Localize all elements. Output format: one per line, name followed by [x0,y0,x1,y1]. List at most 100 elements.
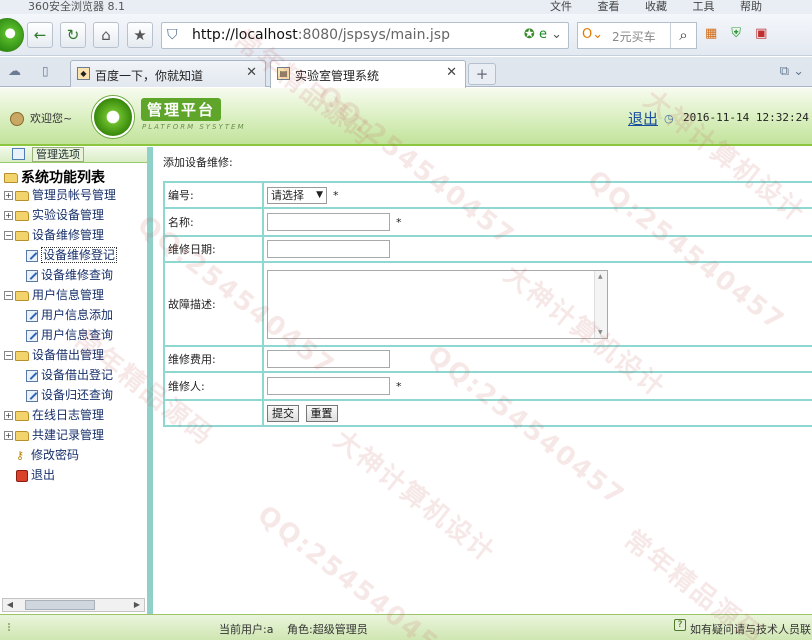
name-cell: * [262,207,812,237]
chevron-down-icon[interactable]: ⌄ [551,27,562,42]
toolbar-icons: ▦ ⛨ ▣ [705,26,781,41]
name-input[interactable] [267,213,390,231]
form-row-description: 故障描述: ▲ ▼ [163,261,812,347]
repair-date-input[interactable] [267,240,390,258]
menu-help[interactable]: 帮助 [740,0,762,13]
menu-file[interactable]: 文件 [550,0,572,13]
folder-icon [15,430,29,441]
reset-button[interactable]: 重置 [305,404,338,422]
apps-icon[interactable]: ▦ [705,26,717,41]
tree-node-repair[interactable]: − 设备维修管理 [4,225,147,245]
form-row-actions: 提交 重置 [163,399,812,427]
collapse-icon[interactable]: − [4,351,13,360]
tab-menu-icon[interactable]: ⧉ ⌄ [780,64,804,79]
tree-leaf-repair-register[interactable]: 设备维修登记 [4,245,147,265]
page-icon[interactable]: ▯ [42,64,49,78]
close-icon[interactable]: ✕ [246,65,257,80]
repair-cost-input[interactable] [267,350,390,368]
tree-node-shared-records[interactable]: + 共建记录管理 [4,425,147,445]
expand-icon[interactable]: + [4,411,13,420]
tree-node-label: 共建记录管理 [32,428,105,442]
search-engine-icon[interactable]: O⌄ [582,27,603,42]
tree-root[interactable]: 系统功能列表 [4,167,147,186]
submit-button[interactable]: 提交 [267,404,299,422]
tree-leaf-lending-register[interactable]: 设备借出登记 [4,365,147,385]
sidebar-header: 管理选项 [0,147,147,163]
new-tab-button[interactable]: + [468,63,496,85]
tree-node-user-info[interactable]: − 用户信息管理 [4,285,147,305]
required-mark: * [333,188,339,202]
tree-leaf-label: 设备归还查询 [41,388,114,402]
form-row-id: 编号: 请选择 ▼ * [163,181,812,209]
help-icon: ? [674,619,686,631]
tree-node-admin-accounts[interactable]: + 管理员帐号管理 [4,185,147,205]
url-host: http://localhost [192,27,298,43]
tree-node-label: 用户信息管理 [32,288,105,302]
menu-view[interactable]: 查看 [598,0,620,13]
address-url[interactable]: http://localhost:8080/jspsys/main.jsp [192,27,450,43]
expand-icon[interactable]: + [4,431,13,440]
scroll-left-icon[interactable]: ◀ [3,599,17,611]
tab-label: 实验室管理系统 [295,69,380,83]
scroll-down-icon[interactable]: ▼ [598,329,603,336]
address-bar-icons: ✪ e ⌄ [524,27,562,42]
favorite-button[interactable]: ★ [127,22,153,48]
menu-tools[interactable]: 工具 [693,0,715,13]
search-input[interactable]: 2元买车 [612,28,656,45]
tree-node-online-log[interactable]: + 在线日志管理 [4,405,147,425]
tree-node-label: 设备维修管理 [32,228,105,242]
menu-favorites[interactable]: 收藏 [645,0,667,13]
tree-leaf-return-query[interactable]: 设备归还查询 [4,385,147,405]
required-mark: * [396,215,402,229]
ie-mode-icon[interactable]: e [539,27,547,42]
folder-icon [4,173,18,183]
browser-logo-icon[interactable] [0,18,24,52]
textarea-scrollbar[interactable]: ▲ ▼ [594,270,607,338]
search-button[interactable]: ⌕ [670,23,696,48]
scroll-right-icon[interactable]: ▶ [130,599,144,611]
refresh-button[interactable]: ↻ [60,22,86,48]
repair-person-input[interactable] [267,377,390,395]
id-select-value: 请选择 [271,188,304,202]
close-icon[interactable]: ✕ [446,65,457,80]
collapse-icon[interactable]: − [4,231,13,240]
back-button[interactable]: ← [27,22,53,48]
current-user: 当前用户:a [219,623,274,636]
compat-icon[interactable]: ✪ [524,27,535,42]
sidebar-header-label[interactable]: 管理选项 [32,147,84,162]
security-icon[interactable]: ⛨ [731,26,741,41]
tree-node-label: 管理员帐号管理 [32,188,117,202]
sidebar-horizontal-scrollbar[interactable]: ◀ ▶ [2,598,145,612]
collapse-icon[interactable]: − [4,291,13,300]
tree-leaf-user-query[interactable]: 用户信息查询 [4,325,147,345]
tree-leaf-user-add[interactable]: 用户信息添加 [4,305,147,325]
tab-lab-system[interactable]: ▤ 实验室管理系统 ✕ [270,60,466,88]
back-arrow-icon: ← [33,26,47,44]
id-select[interactable]: 请选择 ▼ [267,186,327,204]
tree-node-lending[interactable]: − 设备借出管理 [4,345,147,365]
grip-icon [8,623,18,631]
expand-icon[interactable]: + [4,211,13,220]
expand-icon[interactable]: + [4,191,13,200]
tree-leaf-repair-query[interactable]: 设备维修查询 [4,265,147,285]
required-mark: * [396,379,402,393]
tree-item-label: 退出 [31,468,56,482]
adblock-icon[interactable]: ▣ [755,26,767,41]
tree-node-label: 设备借出管理 [32,348,105,362]
logout-link[interactable]: 退出 [628,108,658,129]
scroll-up-icon[interactable]: ▲ [598,273,603,280]
home-button[interactable]: ⌂ [93,22,119,48]
browser-tab-bar: ☁ ▯ ◆ 百度一下，你就知道 ✕ ▤ 实验室管理系统 ✕ + ⧉ ⌄ [0,57,812,88]
folder-open-icon [15,350,29,361]
tree-node-lab-equipment[interactable]: + 实验设备管理 [4,205,147,225]
fault-description-textarea[interactable]: ▲ ▼ [267,269,608,339]
scroll-thumb[interactable] [25,600,95,610]
folder-icon [15,190,29,201]
tab-baidu[interactable]: ◆ 百度一下，你就知道 ✕ [70,60,266,87]
edit-icon [26,249,38,262]
brand-logo [92,96,134,138]
tree-item-change-password[interactable]: ⚷ 修改密码 [4,445,147,465]
address-bar[interactable]: ⛉ http://localhost:8080/jspsys/main.jsp … [161,22,569,49]
cloud-icon[interactable]: ☁ [8,64,21,79]
tree-item-exit[interactable]: 退出 [4,465,147,485]
